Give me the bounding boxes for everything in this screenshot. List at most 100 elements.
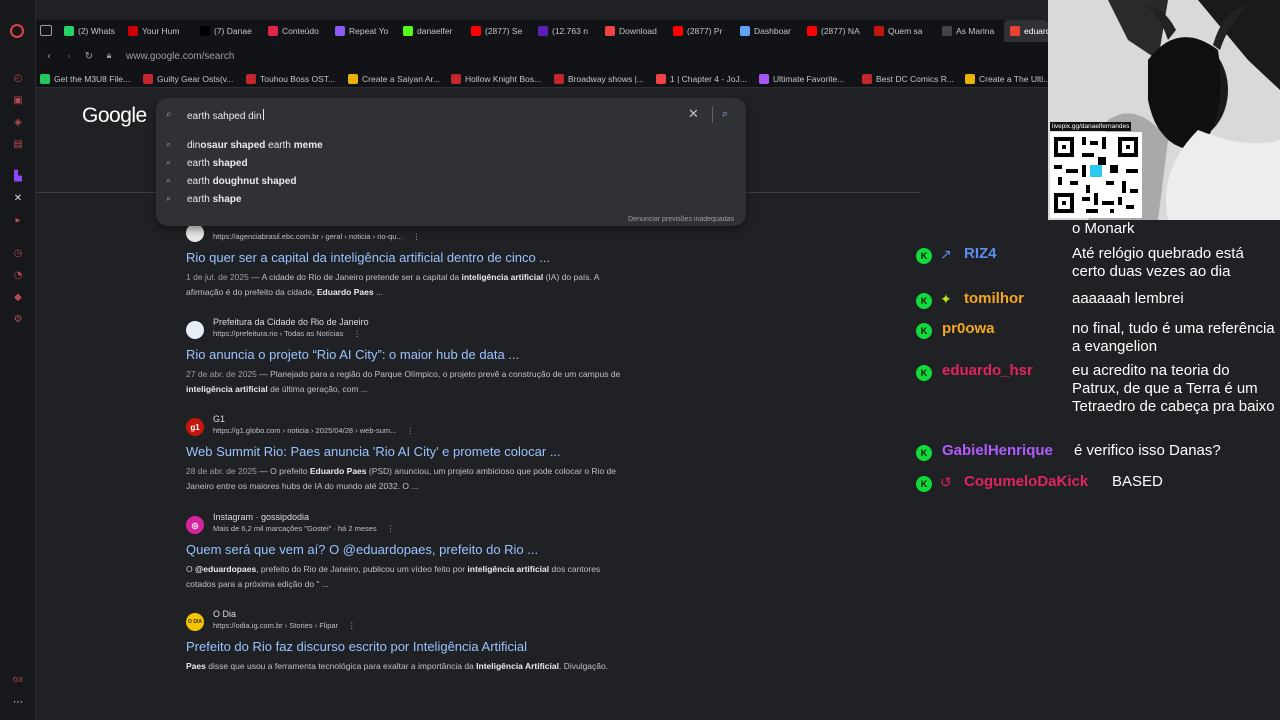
bookmark-favicon bbox=[759, 74, 769, 84]
bookmark-favicon bbox=[554, 74, 564, 84]
forward-arrow-icon[interactable]: › bbox=[62, 49, 76, 63]
settings-gear-icon[interactable]: ⚙ bbox=[10, 311, 26, 327]
bag-icon[interactable]: ▣ bbox=[10, 92, 26, 108]
chat-username[interactable]: RIZ4 bbox=[964, 245, 997, 262]
youtube-icon[interactable]: ▸ bbox=[10, 212, 26, 228]
more-options-icon[interactable]: ⋮ bbox=[406, 426, 414, 435]
x-icon[interactable]: ✕ bbox=[10, 190, 26, 206]
tab-1[interactable]: Your Hum bbox=[128, 20, 184, 42]
tab-favicon bbox=[740, 26, 750, 36]
result-title-link[interactable]: Rio anuncia o projeto “Rio AI City”: o m… bbox=[186, 347, 626, 362]
result-title-link[interactable]: Prefeito do Rio faz discurso escrito por… bbox=[186, 639, 626, 654]
result-title-link[interactable]: Web Summit Rio: Paes anuncia 'Rio AI Cit… bbox=[186, 444, 626, 459]
tab-favicon bbox=[605, 26, 615, 36]
search-icon: ⌕ bbox=[166, 194, 172, 204]
result-source[interactable]: Prefeitura da Cidade do Rio de Janeiro h… bbox=[186, 317, 626, 343]
tab-8[interactable]: Download bbox=[605, 20, 661, 42]
bookmark-5[interactable]: Broadway shows |... bbox=[554, 72, 644, 86]
tab-6[interactable]: (2877) Se bbox=[471, 20, 527, 42]
bookmark-0[interactable]: Get the M3U8 File... bbox=[40, 72, 130, 86]
bookmark-6[interactable]: 1 | Chapter 4 - JoJ... bbox=[656, 72, 747, 86]
youtube-music-icon[interactable]: ▤ bbox=[10, 136, 26, 152]
lock-icon[interactable]: 🔒︎ bbox=[102, 49, 116, 63]
kick-badge-icon bbox=[916, 248, 932, 264]
back-arrow-icon[interactable]: ‹ bbox=[42, 49, 56, 63]
tab-2[interactable]: (7) Danae bbox=[200, 20, 256, 42]
history-clock-icon[interactable]: ◷ bbox=[10, 245, 26, 261]
suggestion-text: earth shaped bbox=[187, 157, 248, 169]
suggestion-item[interactable]: ⌕ earth shaped bbox=[156, 154, 746, 172]
result-cite: https://prefeitura.rio › Todas as Notíci… bbox=[213, 329, 361, 338]
bookmark-favicon bbox=[246, 74, 256, 84]
bookmark-4[interactable]: Hollow Knight Bos... bbox=[451, 72, 541, 86]
chat-username[interactable]: GabielHenrique bbox=[942, 442, 1053, 459]
tab-5[interactable]: danaelfer bbox=[403, 20, 459, 42]
result-title-link[interactable]: Quem será que vem aí? O @eduardopaes, pr… bbox=[186, 542, 626, 557]
bookmark-favicon bbox=[143, 74, 153, 84]
chat-username[interactable]: tomilhor bbox=[964, 290, 1024, 307]
more-options-icon[interactable]: ⋮ bbox=[348, 621, 356, 630]
twitch-icon[interactable]: ▙ bbox=[10, 168, 26, 184]
more-icon[interactable]: ⋯ bbox=[10, 694, 26, 710]
tab-favicon bbox=[471, 26, 481, 36]
tab-4[interactable]: Repeat Yo bbox=[335, 20, 391, 42]
gx-label: GX bbox=[12, 676, 24, 684]
clear-icon[interactable]: ✕ bbox=[688, 107, 699, 122]
result-source[interactable]: O DIA O Dia https://odia.ig.com.br › Sto… bbox=[186, 609, 626, 635]
result-cite: https://agenciabrasil.ebc.com.br › geral… bbox=[213, 232, 420, 241]
report-predictions-link[interactable]: Denunciar previsões inadequadas bbox=[628, 216, 734, 223]
more-options-icon[interactable]: ⋮ bbox=[387, 524, 395, 533]
url-field[interactable]: www.google.com/search bbox=[126, 51, 234, 62]
result-date: 1 de jul. de 2025 bbox=[186, 272, 249, 282]
tab-active[interactable]: eduard bbox=[1004, 20, 1048, 42]
search-button-icon[interactable]: ⌕ bbox=[722, 107, 728, 121]
bookmark-8[interactable]: Best DC Comics R... bbox=[862, 72, 954, 86]
bookmark-1[interactable]: Guilty Gear Osts(v... bbox=[143, 72, 233, 86]
search-input[interactable]: earth sahped din bbox=[187, 109, 264, 122]
tab-9[interactable]: (2877) Pr bbox=[673, 20, 729, 42]
tab-10[interactable]: Dashboar bbox=[740, 20, 796, 42]
user-badge-icon: ↗ bbox=[940, 247, 952, 263]
result-cite: Mais de 6,2 mil marcações "Gostei" · há … bbox=[213, 524, 394, 533]
tab-7[interactable]: (12.763 n bbox=[538, 20, 594, 42]
clock-icon[interactable]: ◔ bbox=[10, 267, 26, 283]
kick-badge-icon bbox=[916, 445, 932, 461]
opera-icon[interactable] bbox=[10, 24, 24, 38]
result-title-link[interactable]: Rio quer ser a capital da inteligência a… bbox=[186, 250, 626, 265]
chat-username[interactable]: eduardo_hsr bbox=[942, 362, 1033, 379]
more-options-icon[interactable]: ⋮ bbox=[413, 232, 421, 241]
tab-12[interactable]: Quem sa bbox=[874, 20, 930, 42]
tab-13[interactable]: As Marina bbox=[942, 20, 998, 42]
bookmark-favicon bbox=[656, 74, 666, 84]
tab-overview-icon[interactable] bbox=[40, 25, 52, 36]
history-icon[interactable]: ◴ bbox=[10, 70, 26, 86]
search-result: O DIA O Dia https://odia.ig.com.br › Sto… bbox=[186, 609, 626, 674]
kick-badge-icon bbox=[916, 365, 932, 381]
result-snippet: 28 de abr. de 2025 — O prefeito Eduardo … bbox=[186, 466, 616, 491]
suggestion-item[interactable]: ⌕ dinosaur shaped earth meme bbox=[156, 136, 746, 154]
bookmark-2[interactable]: Touhou Boss OST... bbox=[246, 72, 335, 86]
bookmark-9[interactable]: Create a The Ulti... bbox=[965, 72, 1050, 86]
chat-username[interactable]: pr0owa bbox=[942, 320, 995, 337]
flow-icon[interactable]: ◈ bbox=[10, 114, 26, 130]
search-suggestions-box: ⌕ earth sahped din ✕ ⌕ ⌕ dinosaur shaped… bbox=[156, 98, 746, 226]
tab-favicon bbox=[538, 26, 548, 36]
more-options-icon[interactable]: ⋮ bbox=[353, 329, 361, 338]
stream-chat: o Monark ↗ RIZ4 Até relógio quebrado est… bbox=[912, 220, 1280, 720]
google-logo[interactable]: Google bbox=[82, 104, 147, 128]
pin-icon[interactable]: ◆ bbox=[10, 289, 26, 305]
reload-icon[interactable]: ↻ bbox=[82, 49, 96, 63]
bookmark-7[interactable]: Ultimate Favorite... bbox=[759, 72, 844, 86]
kick-badge-icon bbox=[916, 476, 932, 492]
site-favicon bbox=[186, 224, 204, 242]
suggestion-item[interactable]: ⌕ earth shape bbox=[156, 190, 746, 208]
result-source[interactable]: ◎ Instagram · gossipdodia Mais de 6,2 mi… bbox=[186, 512, 626, 538]
result-source[interactable]: g1 G1 https://g1.globo.com › noticia › 2… bbox=[186, 414, 626, 440]
tab-0[interactable]: (2) Whats bbox=[64, 20, 120, 42]
search-query-text: earth sahped din bbox=[187, 111, 262, 122]
tab-11[interactable]: (2877) NA bbox=[807, 20, 863, 42]
chat-username[interactable]: CogumeloDaKick bbox=[964, 473, 1088, 490]
tab-3[interactable]: Conteúdo bbox=[268, 20, 324, 42]
bookmark-3[interactable]: Create a Saiyan Ar... bbox=[348, 72, 440, 86]
suggestion-item[interactable]: ⌕ earth doughnut shaped bbox=[156, 172, 746, 190]
